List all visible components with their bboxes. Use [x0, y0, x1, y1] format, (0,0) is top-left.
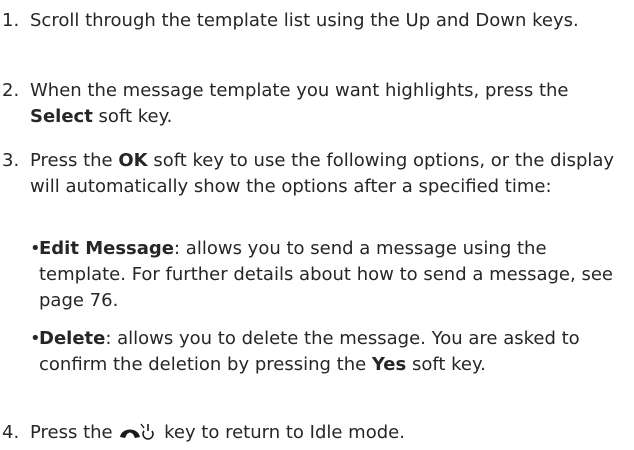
step-number: 4.	[2, 422, 20, 443]
yes-softkey-label: Yes	[371, 354, 407, 375]
step-number: 3.	[2, 150, 20, 171]
end-power-key-icon	[118, 422, 158, 440]
select-softkey-label: Select	[30, 106, 93, 127]
option-text: Edit Message: allows you to send a messa…	[39, 238, 613, 311]
option-text: Delete: allows you to delete the message…	[39, 328, 580, 375]
step-text: Scroll through the template list using t…	[30, 10, 579, 31]
step-text: Press the OK soft key to use the followi…	[30, 150, 615, 197]
option-name: Edit Message	[39, 238, 175, 259]
ok-softkey-label: OK	[118, 150, 148, 171]
step-text: Press the key to return to Idle mode.	[30, 422, 405, 443]
instruction-page: 1. Scroll through the template list usin…	[0, 0, 634, 450]
step-number: 1.	[2, 10, 20, 31]
option-name: Delete	[39, 328, 106, 349]
step-number: 2.	[2, 80, 20, 101]
step-text: When the message template you want highl…	[30, 80, 569, 127]
